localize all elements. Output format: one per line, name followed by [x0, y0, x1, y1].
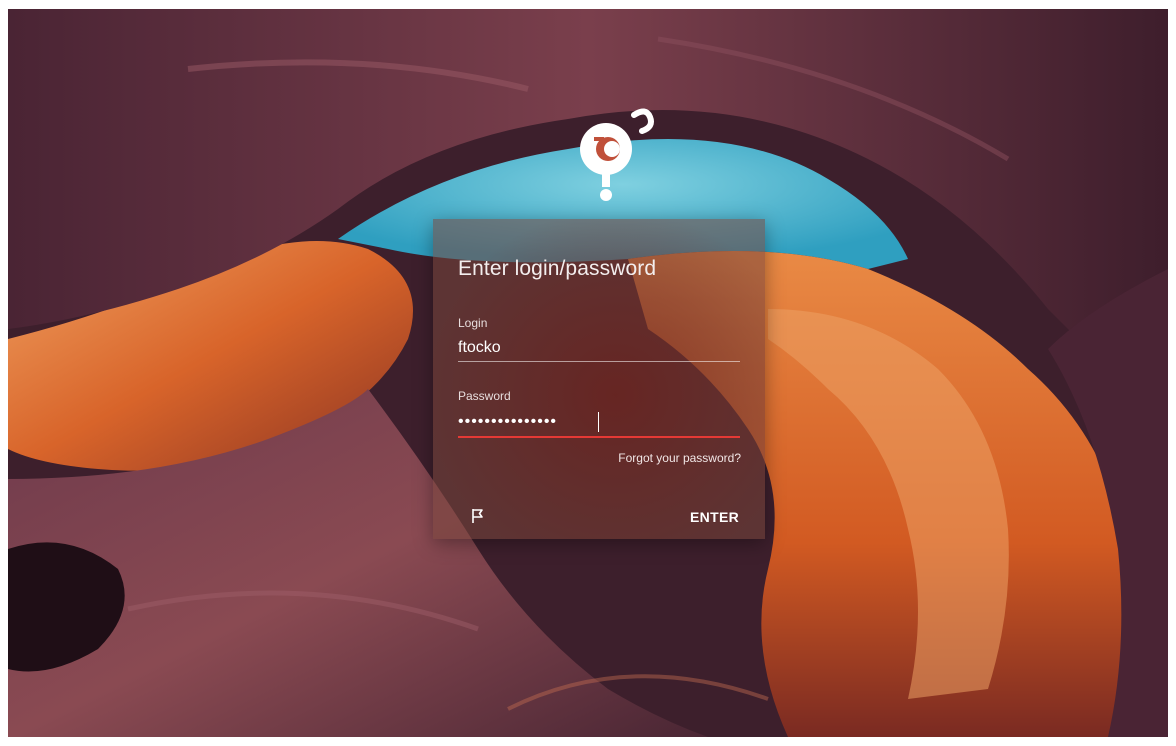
text-caret — [598, 412, 599, 432]
password-input[interactable] — [458, 409, 740, 435]
login-label: Login — [458, 316, 488, 330]
enter-button[interactable]: ENTER — [686, 507, 743, 527]
app-logo-icon — [580, 108, 654, 201]
login-card: Enter login/password Login Password Forg… — [433, 219, 765, 539]
password-label: Password — [458, 389, 511, 403]
login-title: Enter login/password — [458, 257, 657, 280]
login-underline — [458, 361, 740, 362]
flag-icon[interactable] — [469, 507, 487, 525]
login-input[interactable] — [458, 335, 740, 361]
password-underline-active — [458, 436, 740, 438]
login-screen: Enter login/password Login Password Forg… — [8, 9, 1168, 737]
forgot-password-link[interactable]: Forgot your password? — [618, 451, 741, 465]
